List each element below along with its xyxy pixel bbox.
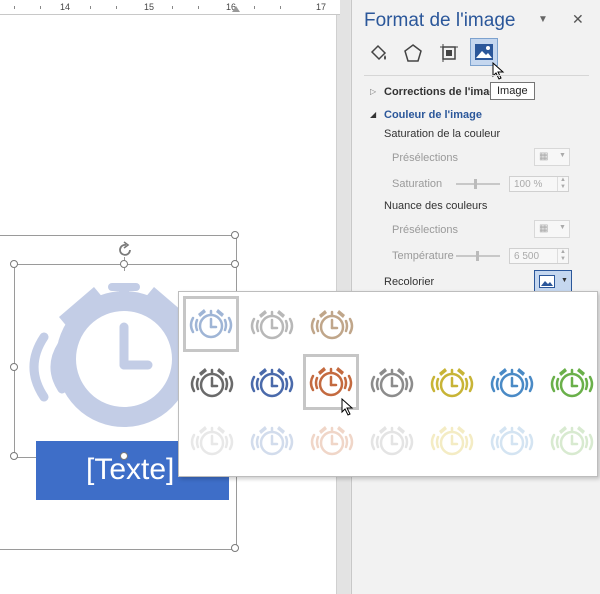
recolor-swatch[interactable] [543, 354, 599, 410]
temperature-value: 6 500 [514, 251, 540, 262]
section-couleur[interactable]: Couleur de l'image [384, 109, 482, 121]
alarm-clock-icon [430, 368, 474, 398]
saturation-spinner[interactable]: 100 % ▲ ▼ [509, 176, 569, 192]
preset-grid-icon: ▦ [539, 223, 549, 234]
recolor-swatch[interactable] [423, 412, 479, 468]
resize-handle[interactable] [10, 452, 18, 460]
nuance-header: Nuance des couleurs [384, 200, 488, 212]
nuance-presets-dropdown[interactable]: ▦ ▼ [534, 220, 570, 238]
fill-line-icon[interactable] [368, 42, 390, 64]
recolor-swatch[interactable] [303, 412, 359, 468]
recolor-swatch[interactable] [243, 412, 299, 468]
spinner-arrows-icon: ▲ ▼ [557, 177, 568, 191]
divider [364, 75, 589, 76]
pane-menu-button[interactable]: ▼ [538, 14, 548, 25]
alarm-clock-icon [550, 368, 594, 398]
indent-marker[interactable] [232, 6, 240, 12]
recolor-swatch[interactable] [423, 354, 479, 410]
saturation-presets-dropdown[interactable]: ▦ ▼ [534, 148, 570, 166]
alarm-clock-icon [250, 368, 294, 398]
close-icon[interactable]: ✕ [572, 11, 584, 28]
recolor-swatch[interactable] [483, 354, 539, 410]
saturation-header: Saturation de la couleur [384, 128, 501, 140]
tooltip: Image [490, 82, 535, 100]
temperature-spinner[interactable]: 6 500 ▲ ▼ [509, 248, 569, 264]
alarm-clock-icon [370, 426, 414, 456]
ruler-label: 17 [316, 2, 327, 12]
saturation-presets-label: Présélections [392, 152, 459, 164]
recolor-swatch[interactable] [183, 412, 239, 468]
recolor-swatch[interactable] [363, 412, 419, 468]
resize-handle[interactable] [231, 260, 239, 268]
resize-handle[interactable] [120, 260, 128, 268]
alarm-clock-icon [189, 309, 233, 339]
recolor-swatch[interactable] [483, 412, 539, 468]
recolor-swatch[interactable] [183, 296, 239, 352]
chevron-down-icon: ▼ [559, 224, 566, 231]
chevron-down-icon: ▼ [559, 152, 566, 159]
alarm-clock-icon [250, 426, 294, 456]
resize-handle[interactable] [231, 231, 239, 239]
picture-icon [475, 44, 493, 60]
recolor-label: Recolorier [384, 276, 435, 288]
alarm-clock-icon [550, 426, 594, 456]
recolor-gallery[interactable] [178, 291, 598, 477]
alarm-clock-icon [310, 426, 354, 456]
saturation-label: Saturation [392, 178, 443, 190]
alarm-clock-icon [430, 426, 474, 456]
rotate-handle-icon[interactable] [115, 240, 135, 260]
recolor-swatch[interactable] [543, 412, 599, 468]
recolor-swatch[interactable] [363, 354, 419, 410]
recolor-swatch[interactable] [243, 354, 299, 410]
alarm-clock-icon [190, 368, 234, 398]
saturation-slider-thumb[interactable] [474, 179, 477, 189]
alarm-clock-icon [190, 426, 234, 456]
alarm-clock-icon [490, 426, 534, 456]
alarm-clock-icon [370, 368, 414, 398]
recolor-swatch[interactable] [303, 296, 359, 352]
resize-handle[interactable] [10, 260, 18, 268]
collapsed-arrow-icon: ▷ [370, 87, 377, 96]
alarm-clock-icon [310, 310, 354, 340]
alarm-clock-icon [490, 368, 534, 398]
recolor-swatch[interactable] [243, 296, 299, 352]
saturation-slider[interactable] [456, 183, 500, 185]
chevron-down-icon: ▼ [561, 277, 568, 284]
resize-handle[interactable] [120, 452, 128, 460]
preset-grid-icon: ▦ [539, 151, 549, 162]
effects-icon[interactable] [402, 42, 424, 64]
spinner-arrows-icon: ▲ ▼ [557, 249, 568, 263]
pane-title: Format de l'image [364, 10, 516, 31]
mouse-cursor-icon [341, 398, 354, 416]
saturation-value: 100 % [514, 179, 543, 190]
picture-icon [539, 275, 555, 288]
nuance-presets-label: Présélections [392, 224, 459, 236]
alarm-clock-icon [250, 310, 294, 340]
resize-handle[interactable] [10, 363, 18, 371]
ruler-label: 15 [144, 2, 155, 12]
mouse-cursor-icon [492, 62, 505, 80]
temperature-label: Température [392, 250, 454, 262]
resize-handle[interactable] [231, 544, 239, 552]
text-box-label: [Texte] [86, 453, 175, 486]
recolor-dropdown[interactable]: ▼ [534, 270, 572, 292]
recolor-swatch[interactable] [183, 354, 239, 410]
ruler-label: 14 [60, 2, 71, 12]
temperature-slider-thumb[interactable] [476, 251, 479, 261]
horizontal-ruler[interactable]: 14 15 16 17 [0, 0, 340, 15]
expanded-arrow-icon: ◢ [370, 110, 377, 119]
section-corrections[interactable]: Corrections de l'image [384, 86, 502, 98]
layout-size-icon[interactable] [438, 42, 460, 64]
